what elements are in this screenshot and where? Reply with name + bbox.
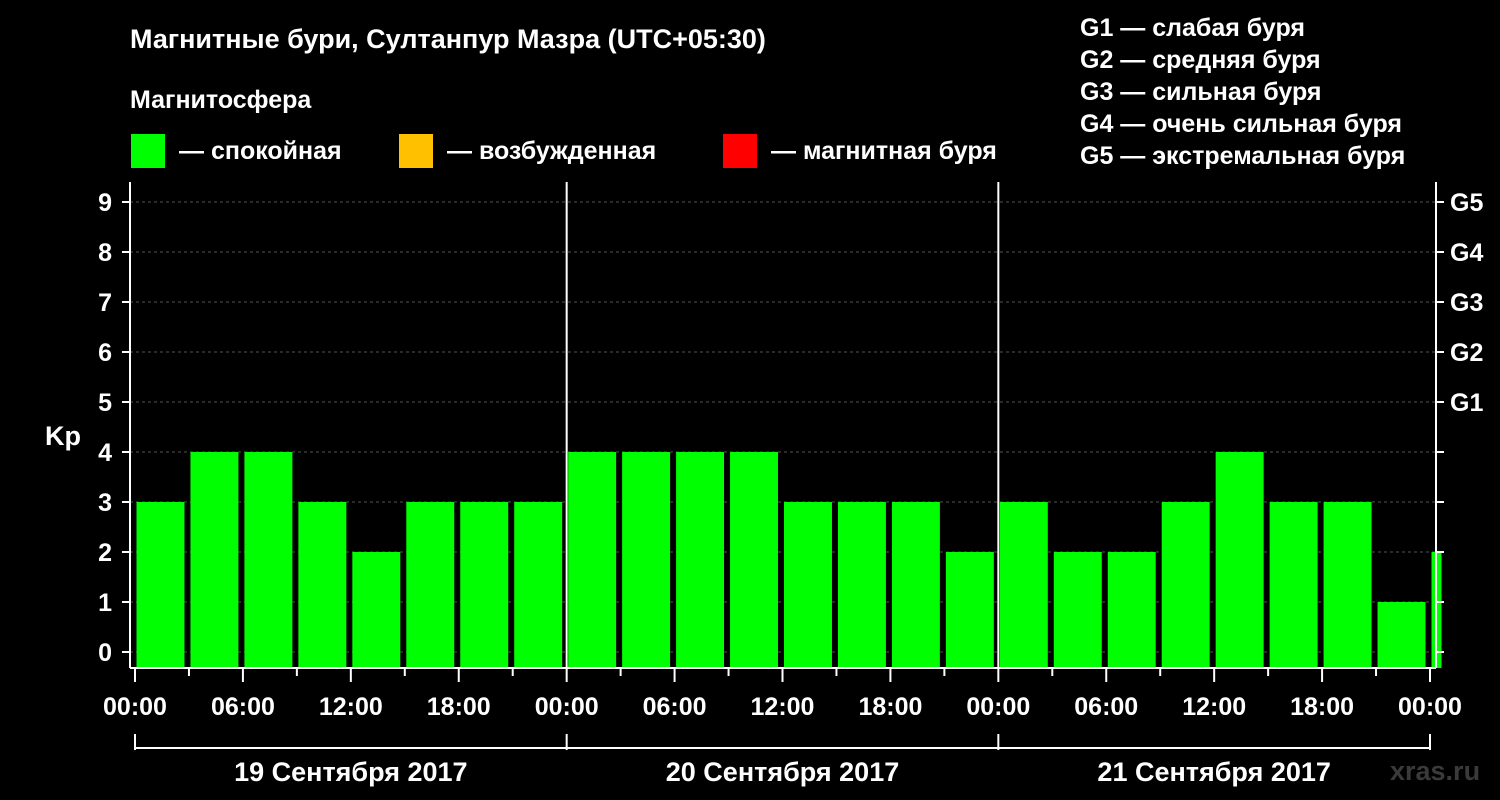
y-tick-label: 9 — [98, 189, 112, 217]
y-tick-label: 6 — [98, 339, 112, 367]
kp-bar — [1269, 502, 1318, 668]
kp-bar — [837, 502, 886, 668]
y-tick-label: 5 — [98, 389, 112, 417]
kp-bar — [406, 502, 455, 668]
right-tick-label: G4 — [1450, 239, 1483, 267]
kp-bar — [298, 502, 347, 668]
right-tick-label: G5 — [1450, 189, 1483, 217]
kp-bar — [730, 452, 778, 668]
y-axis-label: Kp — [45, 421, 81, 451]
kp-bar — [622, 452, 671, 668]
kp-bar — [190, 452, 239, 668]
y-tick-label: 3 — [98, 489, 112, 517]
bars-layer — [136, 452, 1442, 668]
axes-layer: 0 1 2 3 4 5 6 7 8 9 G1 G2 G3 G4 G5 00:00 06:00 12:00 18:00… — [98, 182, 1483, 787]
x-tick-label: 06:00 — [1074, 693, 1138, 721]
kp-bar — [352, 552, 401, 668]
x-tick-label: 06:00 — [643, 693, 707, 721]
x-tick-label: 18:00 — [1290, 693, 1354, 721]
kp-bar — [136, 502, 185, 668]
kp-bar — [1053, 552, 1102, 668]
watermark: xras.ru — [1390, 756, 1481, 786]
kp-bar — [999, 502, 1048, 668]
x-tick-label: 12:00 — [751, 693, 815, 721]
kp-bar — [514, 502, 563, 668]
x-tick-label: 12:00 — [319, 693, 383, 721]
x-tick-label: 18:00 — [858, 693, 922, 721]
x-tick-label: 00:00 — [535, 693, 599, 721]
y-tick-label: 7 — [98, 289, 112, 317]
kp-bar — [1323, 502, 1372, 668]
y-tick-label: 1 — [98, 589, 112, 617]
right-tick-label: G2 — [1450, 339, 1483, 367]
x-tick-label: 12:00 — [1182, 693, 1246, 721]
y-tick-label: 4 — [98, 439, 112, 467]
x-tick-label: 00:00 — [1398, 693, 1462, 721]
kp-bar-chart: 0 1 2 3 4 5 6 7 8 9 G1 G2 G3 G4 G5 00:00 06:00 12:00 18:00… — [45, 182, 1483, 787]
kp-bar — [460, 502, 509, 668]
kp-bar — [568, 452, 617, 668]
kp-bar — [244, 452, 293, 668]
kp-bar — [945, 552, 994, 668]
day-label: 20 Сентября 2017 — [666, 757, 899, 787]
kp-bar — [784, 502, 832, 668]
day-label: 19 Сентября 2017 — [234, 757, 467, 787]
x-tick-label: 18:00 — [427, 693, 491, 721]
kp-bar — [891, 502, 940, 668]
kp-bar — [1161, 502, 1210, 668]
day-label: 21 Сентября 2017 — [1097, 757, 1330, 787]
y-tick-label: 2 — [98, 539, 112, 567]
kp-bar — [1215, 452, 1264, 668]
right-tick-label: G3 — [1450, 289, 1483, 317]
right-tick-label: G1 — [1450, 389, 1483, 417]
x-tick-label: 00:00 — [103, 693, 167, 721]
kp-bar — [1377, 602, 1426, 668]
x-tick-label: 06:00 — [211, 693, 275, 721]
x-tick-label: 00:00 — [966, 693, 1030, 721]
y-tick-label: 8 — [98, 239, 112, 267]
kp-bar — [1107, 552, 1156, 668]
kp-bar — [676, 452, 725, 668]
y-tick-label: 0 — [98, 639, 112, 667]
